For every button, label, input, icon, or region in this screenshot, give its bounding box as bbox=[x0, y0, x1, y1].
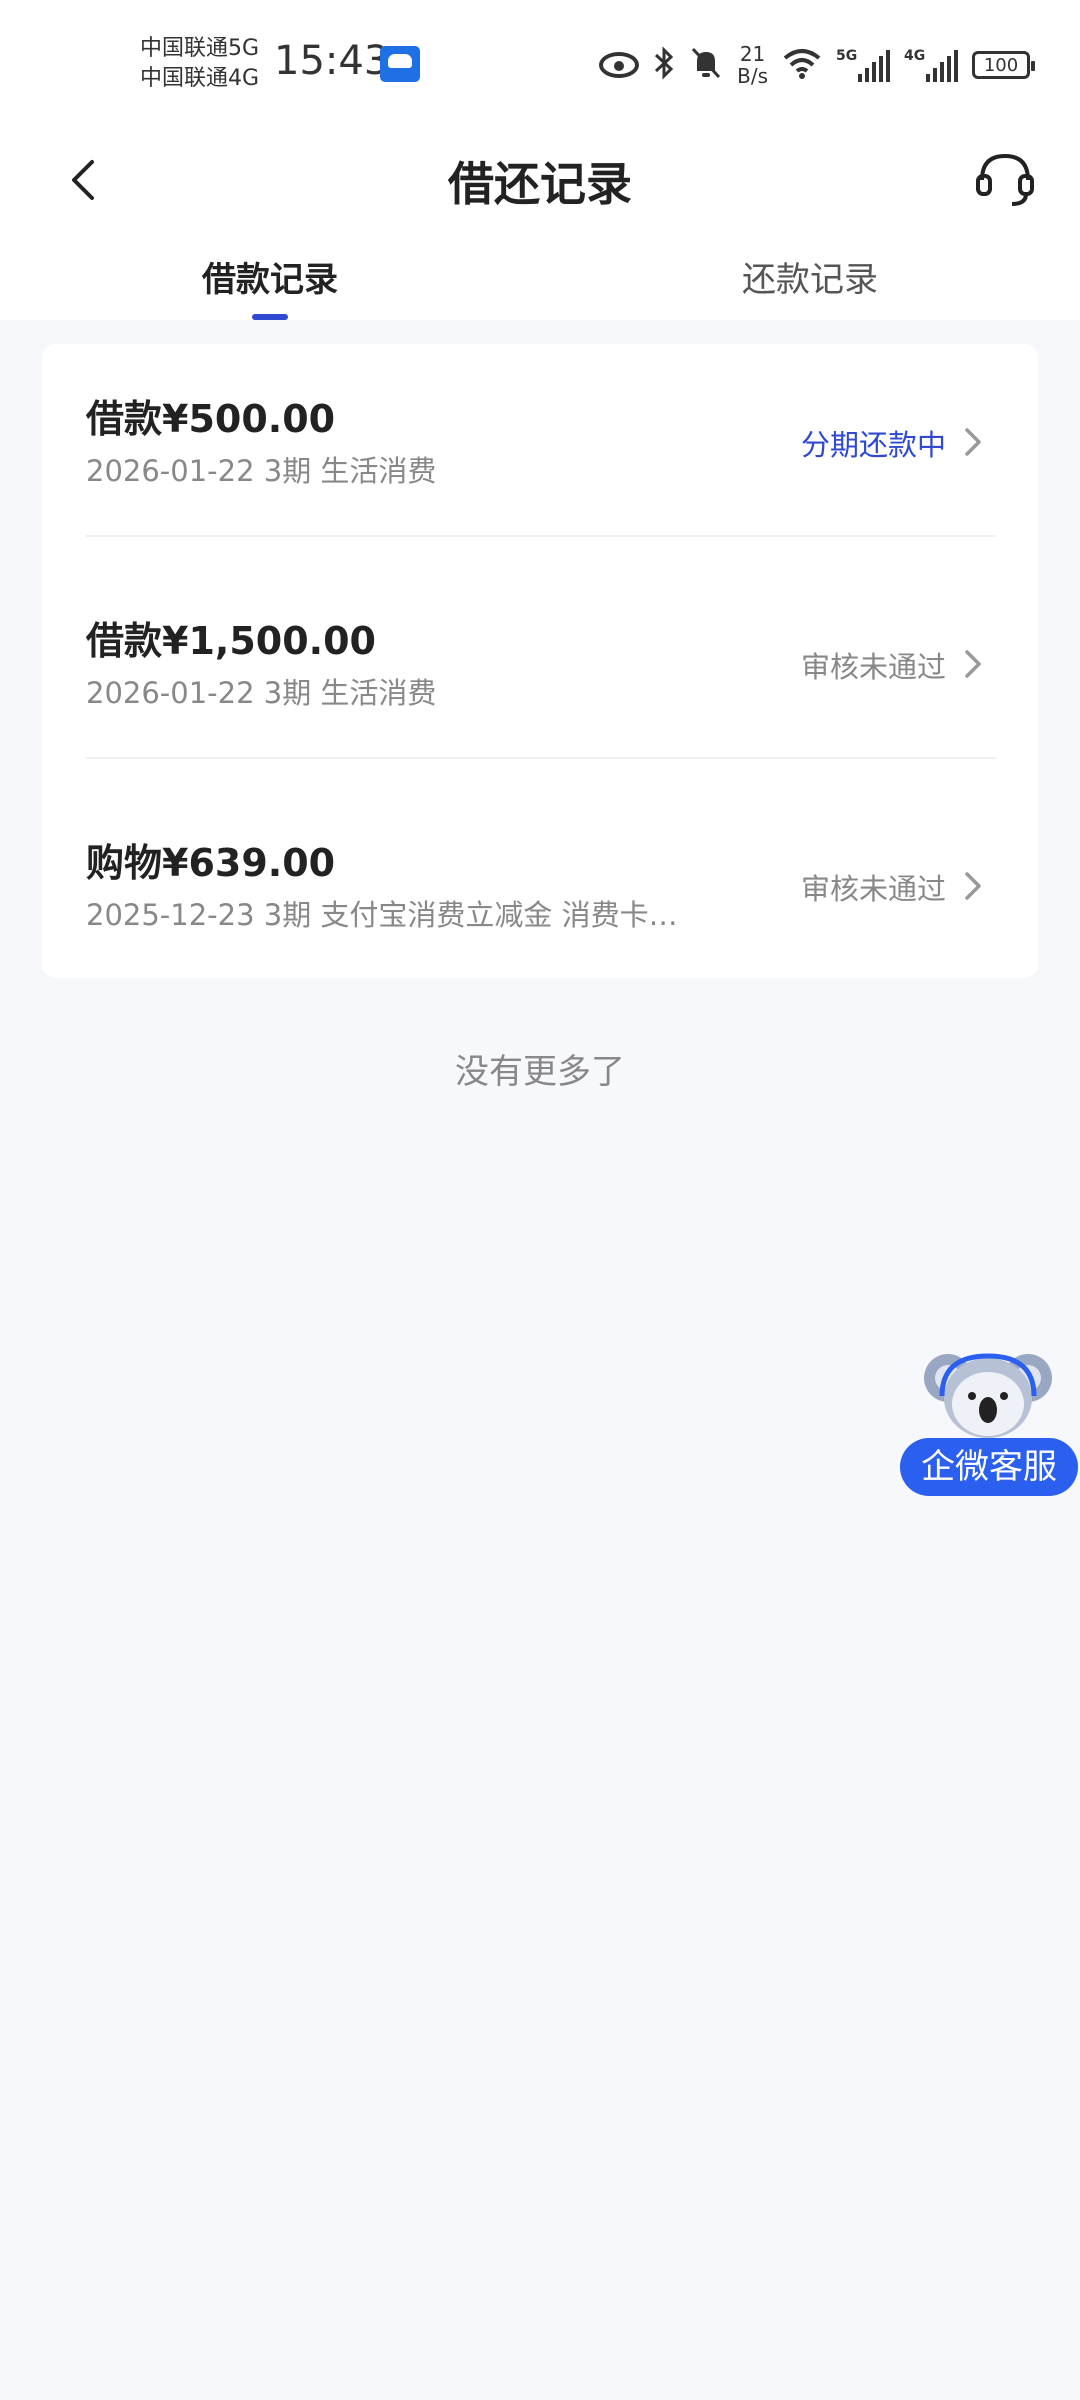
divider bbox=[86, 757, 996, 759]
eye-icon bbox=[599, 52, 640, 78]
status-bar: 中国联通5G 中国联通4G 15:43 21 B/s 5G 4G 100 bbox=[0, 0, 1080, 130]
chevron-right-icon bbox=[965, 650, 981, 678]
wecom-service-button[interactable]: 企微客服 bbox=[898, 1346, 1080, 1500]
wecom-service-label: 企微客服 bbox=[900, 1438, 1078, 1496]
bluetooth-icon bbox=[653, 45, 675, 85]
record-meta: 2026-01-22 3期 生活消费 bbox=[86, 454, 437, 488]
record-status: 审核未通过 bbox=[800, 872, 946, 906]
divider bbox=[86, 535, 996, 537]
signal-5g-icon: 5G bbox=[836, 48, 890, 82]
status-icons: 21 B/s 5G 4G 100 bbox=[599, 40, 1035, 90]
signal-4g-icon: 4G bbox=[904, 48, 958, 82]
net-speed: 21 B/s bbox=[737, 43, 768, 87]
signal-4g-tag: 4G bbox=[904, 48, 926, 64]
carrier-info: 中国联通5G 中国联通4G bbox=[140, 34, 259, 94]
mute-bell-icon bbox=[689, 45, 723, 85]
no-more-text: 没有更多了 bbox=[455, 1052, 625, 1092]
record-item[interactable]: 借款¥500.00 2026-01-22 3期 生活消费 分期还款中 bbox=[86, 344, 996, 566]
record-meta: 2026-01-22 3期 生活消费 bbox=[86, 676, 437, 710]
carrier-2: 中国联通4G bbox=[140, 66, 260, 91]
net-speed-value: 21 bbox=[739, 42, 766, 66]
record-item[interactable]: 借款¥1,500.00 2026-01-22 3期 生活消费 审核未通过 bbox=[86, 566, 996, 788]
record-status: 分期还款中 bbox=[800, 428, 946, 462]
tab-bar: 借款记录 还款记录 bbox=[0, 230, 1080, 320]
record-amount: 购物¥639.00 bbox=[86, 832, 335, 887]
record-amount-value: ¥639.00 bbox=[162, 841, 336, 885]
records-card: 借款¥500.00 2026-01-22 3期 生活消费 分期还款中 借款¥1,… bbox=[42, 344, 1038, 978]
tab-borrow-records[interactable]: 借款记录 bbox=[0, 230, 540, 320]
signal-5g-tag: 5G bbox=[836, 48, 858, 64]
tab-repay-records[interactable]: 还款记录 bbox=[540, 230, 1080, 320]
wifi-icon bbox=[782, 46, 822, 84]
chevron-right-icon bbox=[965, 428, 981, 456]
app-notification-icon bbox=[380, 46, 420, 82]
customer-service-button[interactable] bbox=[972, 146, 1038, 212]
clock: 15:43 bbox=[274, 38, 390, 84]
record-amount: 借款¥500.00 bbox=[86, 388, 335, 443]
header: 借还记录 bbox=[0, 130, 1080, 230]
headset-icon bbox=[976, 153, 1034, 206]
record-amount-value: ¥500.00 bbox=[162, 397, 336, 441]
page-title: 借还记录 bbox=[448, 157, 632, 211]
carrier-1: 中国联通5G bbox=[140, 36, 260, 61]
koala-mascot-icon bbox=[924, 1353, 1052, 1438]
tab-borrow-records-label: 借款记录 bbox=[202, 260, 338, 300]
record-type: 购物 bbox=[86, 841, 163, 885]
record-status: 审核未通过 bbox=[800, 650, 946, 684]
record-type: 借款 bbox=[86, 397, 163, 441]
record-meta: 2025-12-23 3期 支付宝消费立减金 消费卡… bbox=[86, 898, 678, 932]
record-type: 借款 bbox=[86, 619, 163, 663]
active-tab-indicator bbox=[252, 314, 288, 320]
chevron-right-icon bbox=[965, 872, 981, 900]
record-amount: 借款¥1,500.00 bbox=[86, 610, 376, 665]
battery-level: 100 bbox=[983, 54, 1019, 76]
net-speed-unit: B/s bbox=[737, 64, 768, 88]
record-amount-value: ¥1,500.00 bbox=[162, 619, 376, 663]
battery-icon: 100 bbox=[972, 51, 1035, 79]
tab-repay-records-label: 还款记录 bbox=[742, 260, 878, 300]
record-item[interactable]: 购物¥639.00 2025-12-23 3期 支付宝消费立减金 消费卡… 审核… bbox=[86, 788, 996, 1010]
